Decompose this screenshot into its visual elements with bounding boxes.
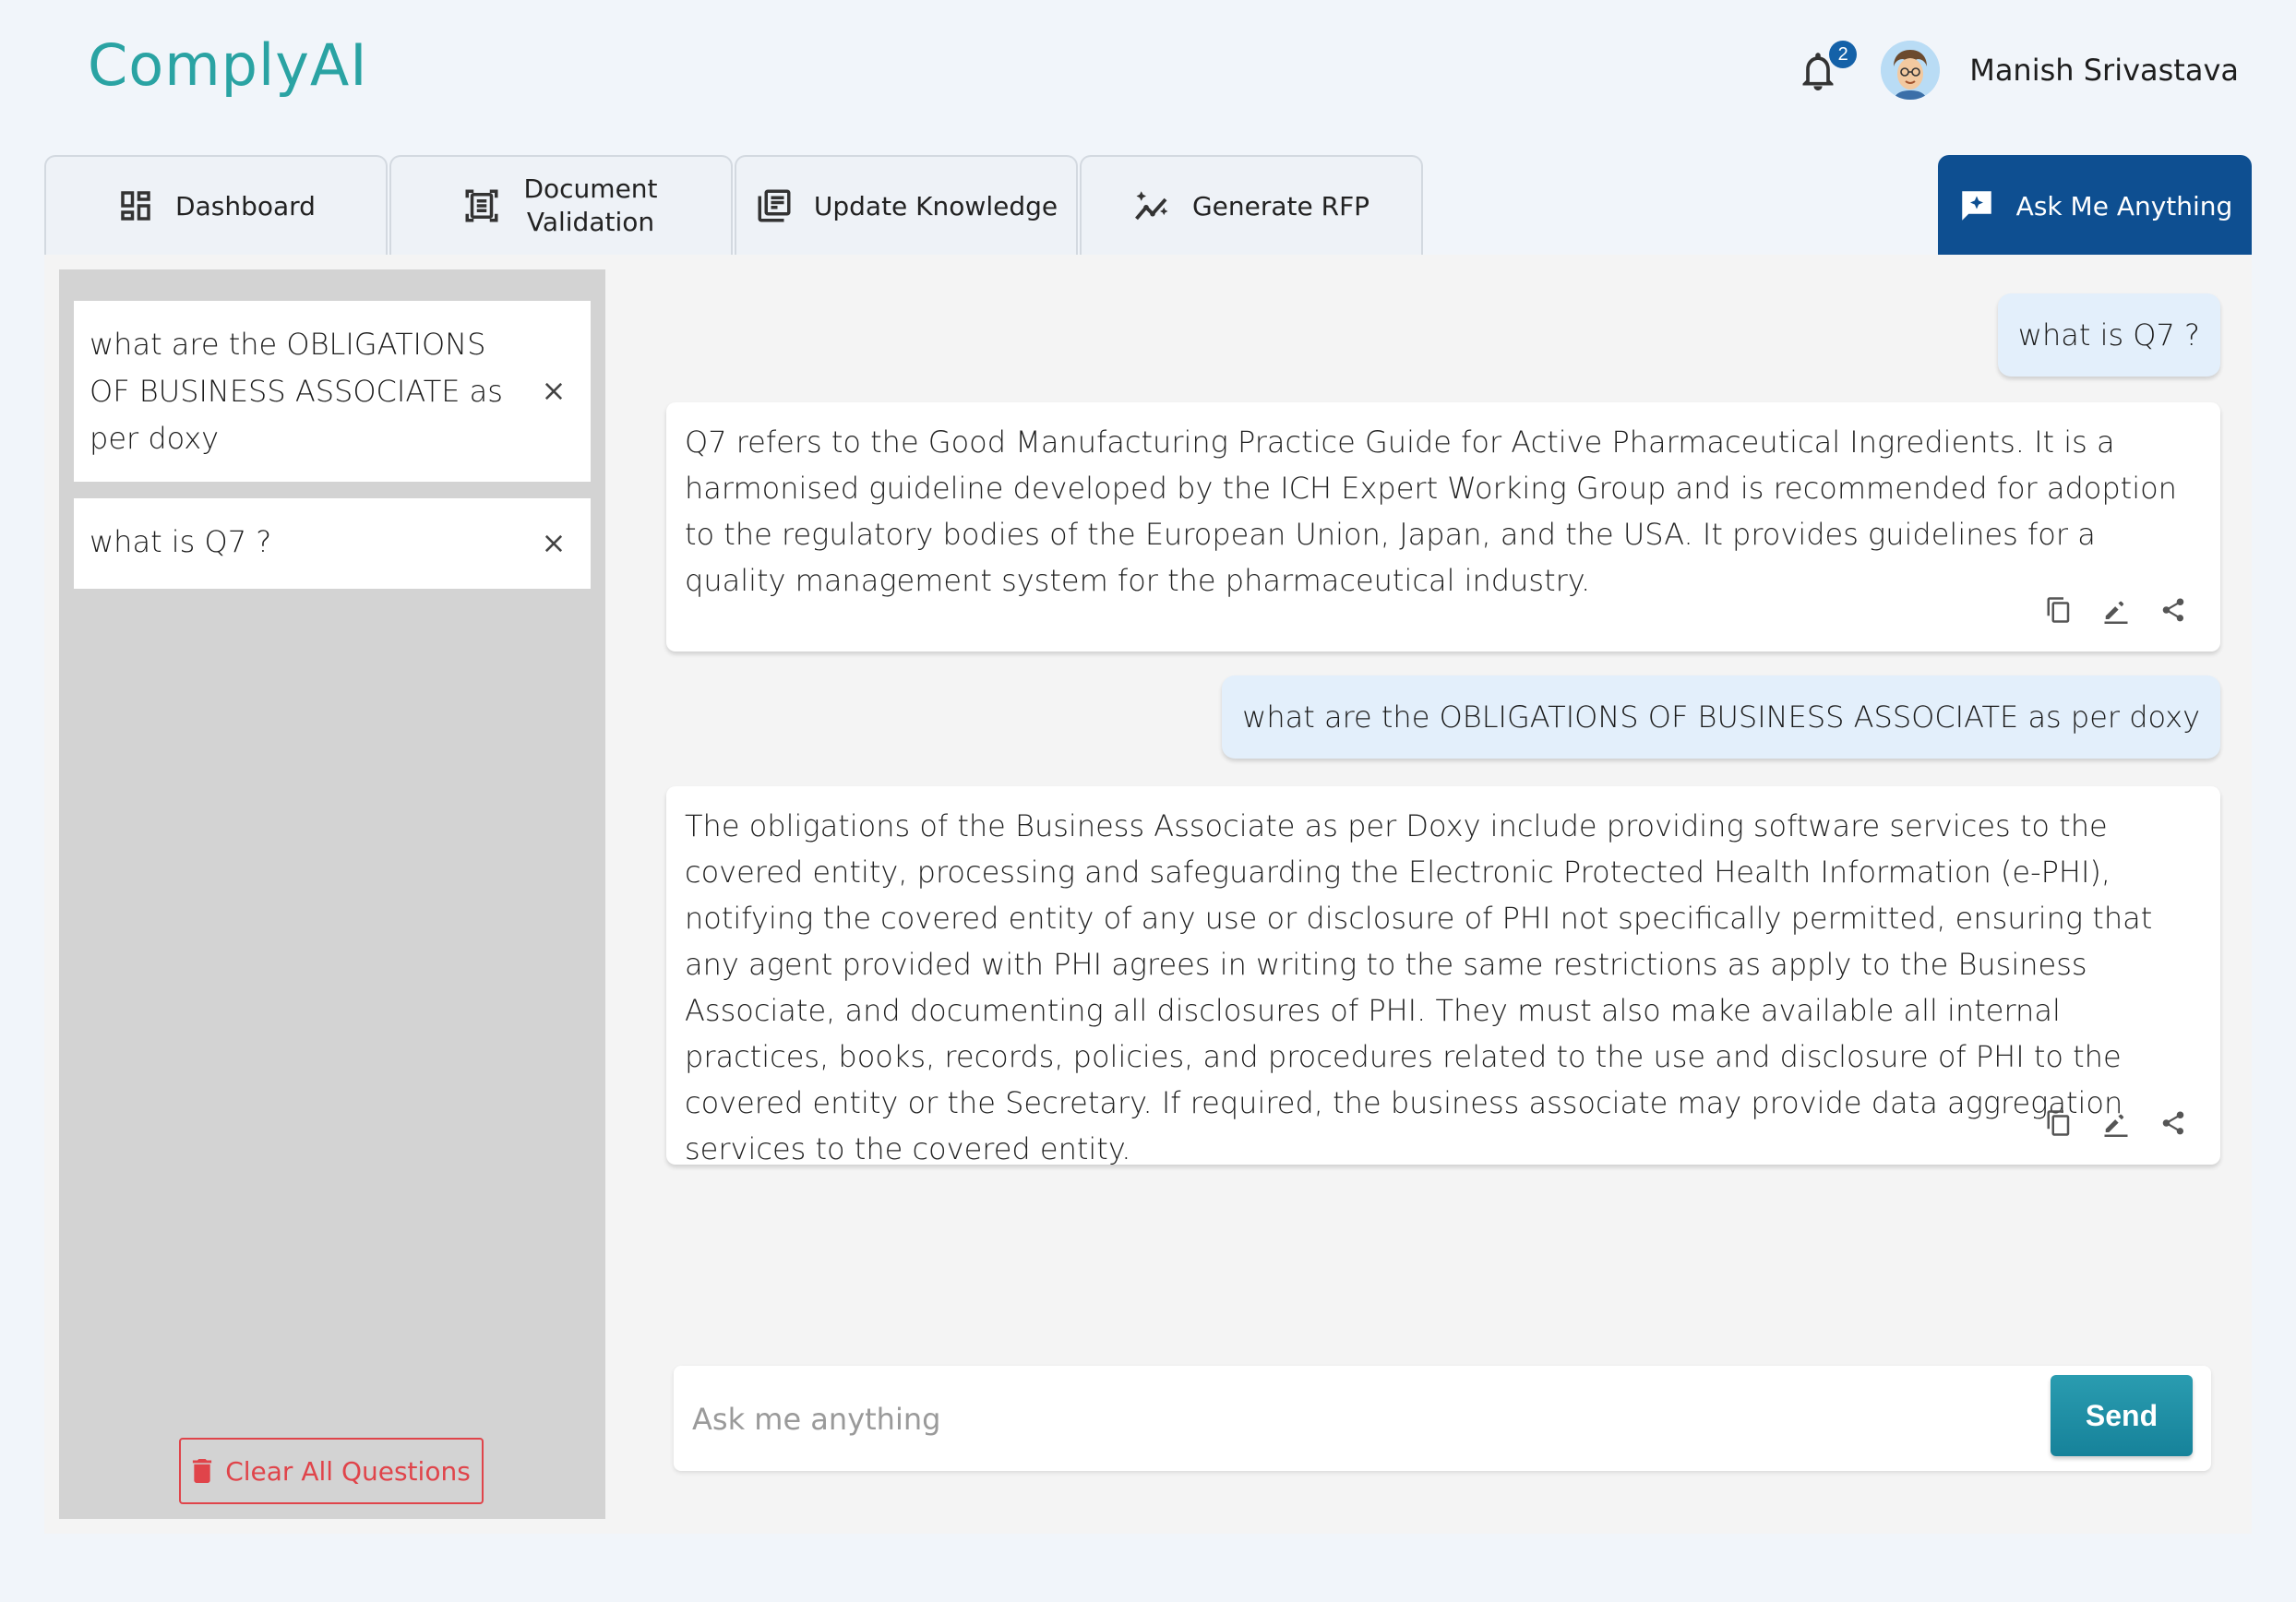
edit-icon[interactable] [2102, 1109, 2130, 1137]
send-button[interactable]: Send [2051, 1375, 2193, 1456]
message-text: Q7 refers to the Good Manufacturing Prac… [685, 424, 2177, 598]
header-user-area: 2 Manish Srivastava [1798, 37, 2239, 103]
user-avatar-icon [1881, 41, 1941, 100]
library-books-icon [758, 189, 791, 222]
chat-sparkle-icon [1961, 191, 1991, 221]
avatar[interactable] [1881, 41, 1941, 100]
notifications-button[interactable]: 2 [1798, 41, 1858, 94]
app-logo[interactable]: ComplyAI [88, 31, 368, 99]
ask-me-anything-panel: what are the OBLIGATIONS OF BUSINESS ASS… [44, 255, 2252, 1534]
clear-all-label: Clear All Questions [225, 1455, 471, 1487]
chat-area: what is Q7 ? Q7 refers to the Good Manuf… [622, 255, 2252, 1534]
close-icon[interactable] [541, 378, 567, 404]
document-scan-icon [465, 189, 498, 222]
message-text: The obligations of the Business Associat… [685, 808, 2153, 1166]
question-history-item[interactable]: what is Q7 ? [74, 498, 591, 589]
tab-label: Document Validation [523, 173, 658, 237]
tab-document-validation[interactable]: Document Validation [389, 155, 733, 255]
assistant-message-card: Q7 refers to the Good Manufacturing Prac… [666, 402, 2220, 652]
tab-dashboard[interactable]: Dashboard [44, 155, 388, 255]
tab-generate-rfp[interactable]: Generate RFP [1080, 155, 1423, 255]
user-name[interactable]: Manish Srivastava [1969, 53, 2239, 88]
question-history-item[interactable]: what are the OBLIGATIONS OF BUSINESS ASS… [74, 301, 591, 482]
close-icon[interactable] [541, 531, 567, 556]
question-text: what is Q7 ? [90, 524, 272, 559]
tab-label: Update Knowledge [813, 190, 1058, 221]
dashboard-icon [121, 191, 150, 221]
tab-label: Dashboard [175, 190, 316, 221]
main-tabs: Dashboard Document Validation Update Kno… [44, 155, 2252, 255]
tab-ask-me-anything[interactable]: Ask Me Anything [1938, 155, 2252, 255]
tab-update-knowledge[interactable]: Update Knowledge [735, 155, 1078, 255]
ask-input[interactable] [692, 1392, 2076, 1447]
question-text: what are the OBLIGATIONS OF BUSINESS ASS… [90, 327, 503, 456]
trash-icon [193, 1459, 212, 1483]
user-message-bubble: what are the OBLIGATIONS OF BUSINESS ASS… [1222, 675, 2220, 759]
chat-input-bar: Send [674, 1366, 2211, 1471]
user-message-bubble: what is Q7 ? [1997, 293, 2220, 377]
copy-icon[interactable] [2045, 596, 2073, 624]
message-actions [2045, 596, 2187, 624]
message-actions [2045, 1109, 2187, 1137]
assistant-message-card: The obligations of the Business Associat… [666, 786, 2220, 1166]
clear-all-questions-button[interactable]: Clear All Questions [179, 1438, 484, 1504]
tab-label: Ask Me Anything [2015, 190, 2233, 221]
share-icon[interactable] [2159, 1109, 2187, 1137]
sparkle-trend-icon [1134, 191, 1168, 221]
message-text: what are the OBLIGATIONS OF BUSINESS ASS… [1242, 699, 2200, 735]
message-text: what is Q7 ? [2017, 317, 2200, 353]
question-history-sidebar: what are the OBLIGATIONS OF BUSINESS ASS… [59, 269, 605, 1519]
notification-count-badge: 2 [1829, 41, 1858, 68]
edit-icon[interactable] [2102, 596, 2130, 624]
share-icon[interactable] [2159, 596, 2187, 624]
copy-icon[interactable] [2045, 1109, 2073, 1137]
tab-label: Generate RFP [1191, 190, 1370, 221]
